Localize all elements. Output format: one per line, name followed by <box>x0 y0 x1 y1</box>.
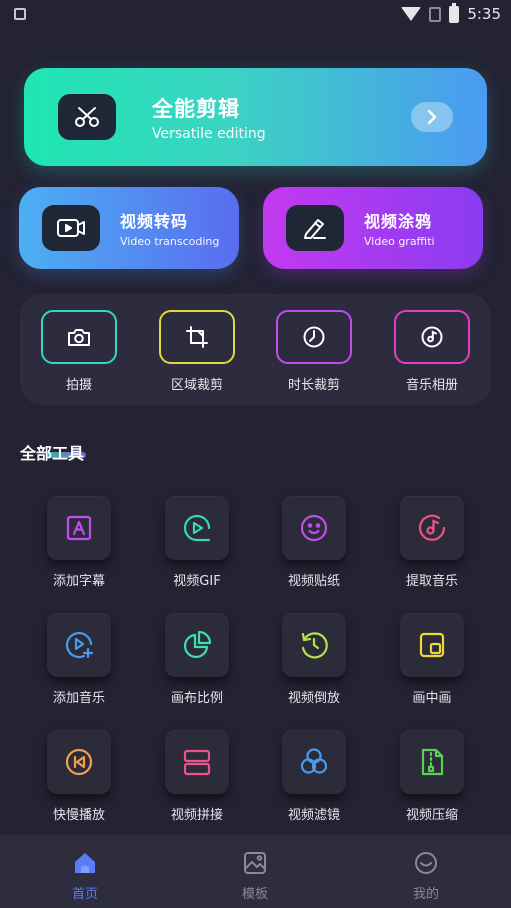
clock-icon <box>276 310 352 364</box>
tool-video-splice[interactable]: 视频拼接 <box>149 730 245 823</box>
image-template-icon <box>244 852 266 874</box>
tool-picture-in-picture[interactable]: 画中画 <box>384 613 480 706</box>
pie-chart-icon <box>165 613 229 677</box>
tool-label: 画布比例 <box>170 691 223 706</box>
tool-video-reverse[interactable]: 视频倒放 <box>266 613 362 706</box>
crop-icon <box>159 310 235 364</box>
profile-smile-icon <box>415 852 437 874</box>
tool-label: 视频倒放 <box>287 691 340 706</box>
quick-item-shoot[interactable]: 拍摄 <box>41 310 117 393</box>
video-transcoding-card[interactable]: 视频转码 Video transcoding <box>19 187 239 269</box>
quick-item-area-crop[interactable]: 区域裁剪 <box>159 310 235 393</box>
tool-label: 视频滤镜 <box>287 808 340 823</box>
quick-item-music-album[interactable]: 音乐相册 <box>394 310 470 393</box>
quick-actions-panel: 拍摄 区域裁剪 时长裁剪 音乐相册 <box>20 294 491 405</box>
notification-icon <box>14 8 26 20</box>
nav-label: 模板 <box>241 887 268 902</box>
tool-label: 视频拼接 <box>170 808 223 823</box>
filter-circles-icon <box>282 730 346 794</box>
play-add-icon <box>47 613 111 677</box>
scissors-icon <box>58 94 116 140</box>
battery-icon <box>449 2 460 23</box>
card-title: 视频转码 <box>120 212 189 231</box>
camera-icon <box>41 310 117 364</box>
split-rect-icon <box>165 730 229 794</box>
quick-item-duration-crop[interactable]: 时长裁剪 <box>276 310 352 393</box>
status-icons: 5:35 <box>401 2 501 23</box>
tool-video-filter[interactable]: 视频滤镜 <box>266 730 362 823</box>
hero-title: 全能剪辑 <box>152 97 240 121</box>
music-disc-icon <box>394 310 470 364</box>
video-graffiti-card[interactable]: 视频涂鸦 Video graffiti <box>263 187 483 269</box>
versatile-editing-card[interactable]: 全能剪辑 Versatile editing <box>24 68 487 166</box>
tool-video-sticker[interactable]: 视频贴纸 <box>266 496 362 589</box>
hero-subtitle: Versatile editing <box>152 126 266 142</box>
nav-home[interactable]: 首页 <box>45 851 125 902</box>
video-camera-icon <box>42 205 100 251</box>
bottom-nav: 首页 模板 我的 <box>0 835 511 908</box>
sim-icon <box>429 6 442 22</box>
skip-back-icon <box>47 730 111 794</box>
nav-label: 首页 <box>71 887 98 902</box>
status-time: 5:35 <box>467 5 501 23</box>
nav-mine[interactable]: 我的 <box>386 851 466 902</box>
card-title: 视频涂鸦 <box>364 212 433 231</box>
home-icon <box>75 853 95 873</box>
tool-canvas-ratio[interactable]: 画布比例 <box>149 613 245 706</box>
nav-label: 我的 <box>412 887 439 902</box>
quick-label: 时长裁剪 <box>287 378 340 393</box>
tool-label: 视频GIF <box>173 574 221 589</box>
quick-label: 音乐相册 <box>405 378 458 393</box>
card-subtitle: Video transcoding <box>120 235 220 248</box>
tool-label: 添加音乐 <box>52 691 105 706</box>
section-title: 全部工具 <box>20 444 85 463</box>
play-circle-icon <box>165 496 229 560</box>
tool-video-compress[interactable]: 视频压缩 <box>384 730 480 823</box>
tool-add-music[interactable]: 添加音乐 <box>31 613 127 706</box>
wifi-icon <box>401 7 422 21</box>
chevron-right-icon[interactable] <box>411 102 453 132</box>
tool-label: 快慢播放 <box>52 808 105 823</box>
tool-label: 视频贴纸 <box>287 574 340 589</box>
pen-icon <box>286 205 344 251</box>
card-subtitle: Video graffiti <box>364 235 435 248</box>
picture-in-picture-icon <box>400 613 464 677</box>
tool-label: 提取音乐 <box>405 574 458 589</box>
tool-speed-play[interactable]: 快慢播放 <box>31 730 127 823</box>
quick-label: 拍摄 <box>65 378 92 393</box>
quick-label: 区域裁剪 <box>170 378 223 393</box>
smiley-icon <box>282 496 346 560</box>
rewind-clock-icon <box>282 613 346 677</box>
status-bar: 5:35 <box>0 0 511 28</box>
tool-label: 画中画 <box>412 691 452 706</box>
zip-file-icon <box>400 730 464 794</box>
tool-label: 视频压缩 <box>405 808 458 823</box>
text-letter-icon <box>47 496 111 560</box>
tool-extract-music[interactable]: 提取音乐 <box>384 496 480 589</box>
tool-video-gif[interactable]: 视频GIF <box>149 496 245 589</box>
tool-label: 添加字幕 <box>52 574 105 589</box>
music-disc-icon <box>400 496 464 560</box>
nav-template[interactable]: 模板 <box>215 851 295 902</box>
tool-add-subtitle[interactable]: 添加字幕 <box>31 496 127 589</box>
